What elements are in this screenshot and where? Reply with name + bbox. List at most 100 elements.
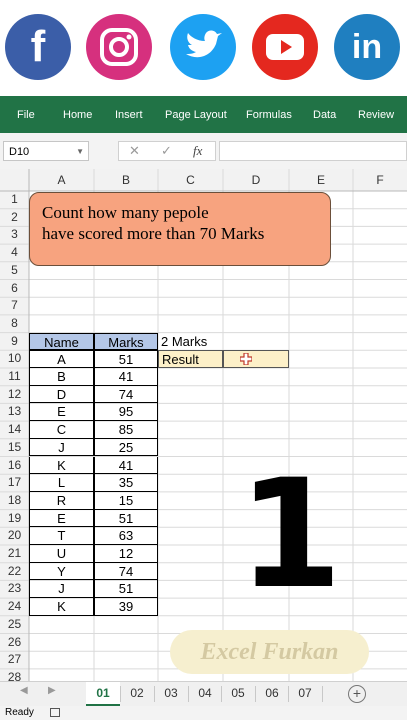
- tab-formulas[interactable]: Formulas: [246, 96, 292, 133]
- student-marks-cell[interactable]: 12: [94, 545, 158, 563]
- row-header-7[interactable]: 7: [0, 297, 29, 315]
- enter-icon[interactable]: ✓: [161, 143, 172, 159]
- student-marks-cell[interactable]: 85: [94, 421, 158, 439]
- row-header-23[interactable]: 23: [0, 580, 29, 598]
- row-header-16[interactable]: 16: [0, 457, 29, 475]
- next-sheet-icon[interactable]: ▶: [48, 685, 56, 696]
- student-name-cell[interactable]: R: [29, 491, 94, 510]
- linkedin-icon[interactable]: in: [334, 14, 400, 80]
- student-name-cell[interactable]: E: [29, 509, 94, 528]
- student-name-cell[interactable]: K: [29, 456, 94, 475]
- row-header-24[interactable]: 24: [0, 598, 29, 616]
- row-header-28[interactable]: 28: [0, 669, 29, 681]
- row-header-21[interactable]: 21: [0, 545, 29, 563]
- status-bar: Ready: [0, 706, 407, 720]
- tab-review[interactable]: Review: [358, 96, 394, 133]
- row-header-6[interactable]: 6: [0, 280, 29, 298]
- row-header-11[interactable]: 11: [0, 368, 29, 386]
- label-2-marks[interactable]: 2 Marks: [161, 333, 231, 351]
- student-name-cell[interactable]: L: [29, 474, 94, 492]
- row-header-18[interactable]: 18: [0, 492, 29, 510]
- column-header-b[interactable]: B: [94, 169, 158, 191]
- student-name-cell[interactable]: A: [29, 350, 94, 368]
- student-marks-cell[interactable]: 51: [94, 580, 158, 599]
- row-header-13[interactable]: 13: [0, 403, 29, 421]
- row-header-14[interactable]: 14: [0, 421, 29, 439]
- sheet-tab-03[interactable]: 03: [155, 682, 187, 706]
- student-name-cell[interactable]: J: [29, 580, 94, 599]
- twitter-icon[interactable]: [170, 14, 236, 80]
- youtube-icon[interactable]: [252, 14, 318, 80]
- row-header-19[interactable]: 19: [0, 510, 29, 528]
- student-name-cell[interactable]: K: [29, 598, 94, 616]
- tab-data[interactable]: Data: [313, 96, 336, 133]
- insert-function-icon[interactable]: fx: [193, 143, 202, 159]
- row-header-15[interactable]: 15: [0, 439, 29, 457]
- sheet-tab-04[interactable]: 04: [189, 682, 221, 706]
- sheet-tab-06[interactable]: 06: [256, 682, 288, 706]
- result-label-cell[interactable]: Result: [158, 350, 223, 368]
- student-name-cell[interactable]: B: [29, 368, 94, 386]
- facebook-icon[interactable]: f: [5, 14, 71, 80]
- sheet-tab-02[interactable]: 02: [121, 682, 153, 706]
- callout-text: Count how many pepole have scored more t…: [42, 203, 265, 243]
- column-header-c[interactable]: C: [158, 169, 223, 191]
- student-name-cell[interactable]: T: [29, 527, 94, 545]
- row-header-20[interactable]: 20: [0, 527, 29, 545]
- row-header-1[interactable]: 1: [0, 191, 29, 209]
- row-header-3[interactable]: 3: [0, 226, 29, 244]
- row-header-9[interactable]: 9: [0, 333, 29, 351]
- student-marks-cell[interactable]: 74: [94, 385, 158, 404]
- column-header-d[interactable]: D: [223, 169, 289, 191]
- student-marks-cell[interactable]: 41: [94, 456, 158, 475]
- sheet-tab-01[interactable]: 01: [86, 682, 120, 706]
- student-marks-cell[interactable]: 41: [94, 368, 158, 386]
- row-header-8[interactable]: 8: [0, 315, 29, 333]
- student-marks-cell[interactable]: 35: [94, 474, 158, 492]
- tab-home[interactable]: Home: [63, 96, 92, 133]
- student-name-cell[interactable]: Y: [29, 562, 94, 581]
- header-marks-cell[interactable]: Marks: [94, 332, 158, 351]
- student-marks-cell[interactable]: 25: [94, 438, 158, 457]
- student-name-cell[interactable]: E: [29, 403, 94, 422]
- student-marks-cell[interactable]: 74: [94, 562, 158, 581]
- student-name-cell[interactable]: D: [29, 385, 94, 404]
- student-name-cell[interactable]: C: [29, 421, 94, 439]
- row-header-12[interactable]: 12: [0, 386, 29, 404]
- student-marks-cell[interactable]: 15: [94, 491, 158, 510]
- macro-record-icon[interactable]: [50, 708, 60, 717]
- student-name-cell[interactable]: J: [29, 438, 94, 457]
- column-header-e[interactable]: E: [289, 169, 353, 191]
- row-header-4[interactable]: 4: [0, 244, 29, 262]
- student-name-cell[interactable]: U: [29, 545, 94, 563]
- tab-page-layout[interactable]: Page Layout: [165, 96, 227, 133]
- column-header-a[interactable]: A: [29, 169, 94, 191]
- row-header-27[interactable]: 27: [0, 651, 29, 669]
- row-header-5[interactable]: 5: [0, 262, 29, 280]
- sheet-tab-05[interactable]: 05: [222, 682, 254, 706]
- cancel-icon[interactable]: ✕: [129, 143, 140, 159]
- row-header-2[interactable]: 2: [0, 209, 29, 227]
- tab-file[interactable]: File: [17, 96, 35, 133]
- chevron-down-icon[interactable]: ▼: [76, 142, 84, 162]
- row-header-26[interactable]: 26: [0, 634, 29, 652]
- name-box[interactable]: D10 ▼: [3, 141, 89, 161]
- add-sheet-button[interactable]: +: [348, 685, 366, 703]
- prev-sheet-icon[interactable]: ◀: [20, 685, 28, 696]
- row-header-17[interactable]: 17: [0, 474, 29, 492]
- row-header-22[interactable]: 22: [0, 563, 29, 581]
- student-marks-cell[interactable]: 51: [94, 509, 158, 528]
- student-marks-cell[interactable]: 95: [94, 403, 158, 422]
- formula-input[interactable]: [219, 141, 407, 161]
- row-header-10[interactable]: 10: [0, 350, 29, 368]
- row-header-25[interactable]: 25: [0, 616, 29, 634]
- sheet-tab-07[interactable]: 07: [289, 682, 321, 706]
- tab-insert[interactable]: Insert: [115, 96, 143, 133]
- student-marks-cell[interactable]: 51: [94, 350, 158, 368]
- instagram-icon[interactable]: [86, 14, 152, 80]
- student-marks-cell[interactable]: 39: [94, 598, 158, 616]
- student-marks-cell[interactable]: 63: [94, 527, 158, 545]
- result-value-cell[interactable]: [223, 350, 289, 368]
- header-name-cell[interactable]: Name: [29, 332, 94, 351]
- column-header-f[interactable]: F: [353, 169, 407, 191]
